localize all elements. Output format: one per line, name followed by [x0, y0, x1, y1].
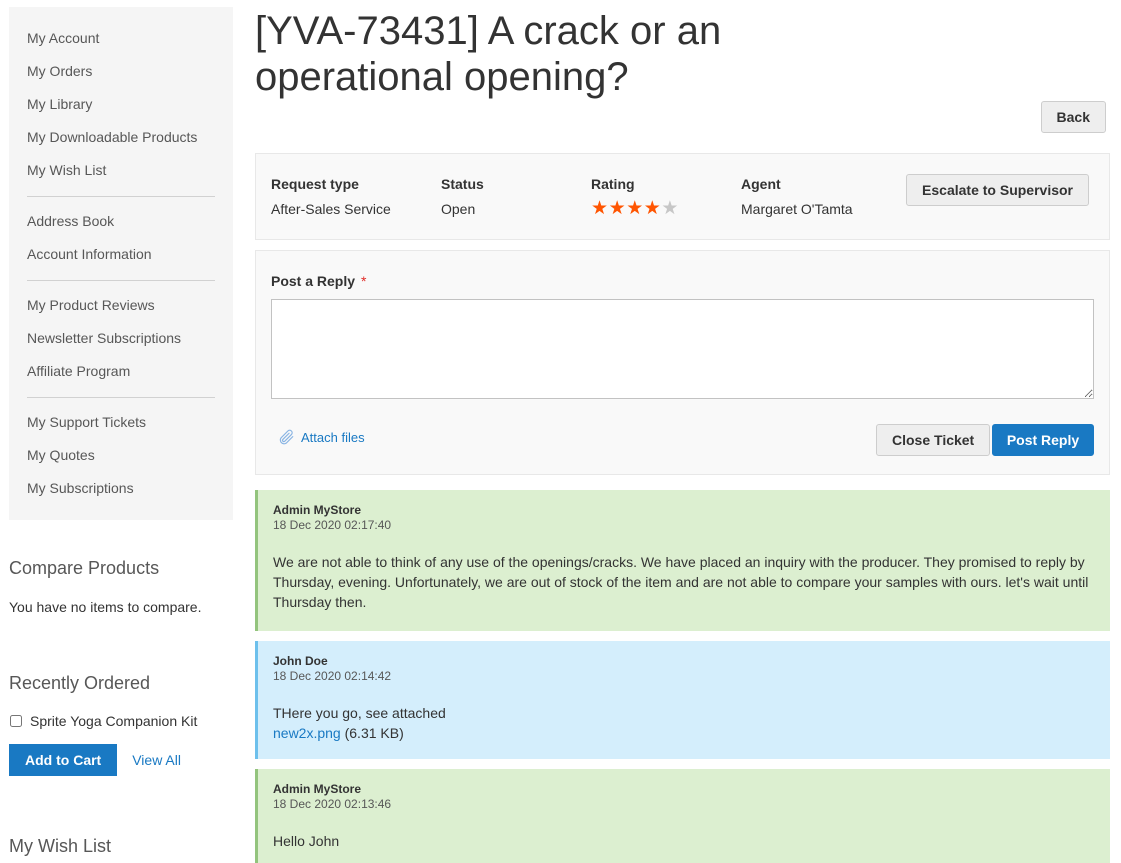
message-body: We are not able to think of any use of t…	[273, 554, 1089, 610]
recent-item-name: Sprite Yoga Companion Kit	[30, 713, 198, 729]
nav-divider	[27, 280, 215, 281]
close-ticket-button[interactable]: Close Ticket	[876, 424, 991, 456]
rating-label: Rating	[591, 176, 635, 192]
attachment-link[interactable]: new2x.png	[273, 725, 341, 741]
agent-label: Agent	[741, 176, 781, 192]
nav-my-wish-list[interactable]: My Wish List	[9, 154, 233, 187]
message-text: THere you go, see attached	[273, 705, 446, 721]
ticket-info-panel: Request type After-Sales Service Status …	[255, 153, 1110, 240]
attachment-size: (6.31 KB)	[344, 725, 404, 741]
nav-my-account[interactable]: My Account	[9, 22, 233, 55]
request-type-label: Request type	[271, 176, 359, 192]
reply-label: Post a Reply *	[271, 273, 366, 289]
message-item: John Doe 18 Dec 2020 02:14:42 THere you …	[255, 641, 1110, 759]
message-item: Admin MyStore 18 Dec 2020 02:17:40 We ar…	[255, 490, 1110, 631]
recent-actions: Add to Cart View All	[9, 744, 233, 776]
star-empty-icon: ★	[661, 198, 678, 219]
star-filled-icon: ★	[608, 198, 626, 219]
compare-products-title: Compare Products	[9, 558, 160, 578]
nav-my-orders[interactable]: My Orders	[9, 55, 233, 88]
add-to-cart-button[interactable]: Add to Cart	[9, 744, 118, 776]
attach-files-link[interactable]: Attach files	[277, 428, 365, 446]
reply-form: Post a Reply * Attach files Close Ticket …	[255, 250, 1110, 475]
nav-my-product-reviews[interactable]: My Product Reviews	[9, 289, 233, 322]
agent-field: Agent Margaret O'Tamta	[741, 176, 853, 217]
page-title: [YVA-73431] A crack or an operational op…	[255, 9, 722, 99]
star-filled-icon: ★	[591, 198, 608, 219]
recently-ordered-block: Recently Ordered Sprite Yoga Companion K…	[9, 673, 233, 776]
message-date: 18 Dec 2020 02:13:46	[273, 797, 392, 811]
nav-affiliate-program[interactable]: Affiliate Program	[9, 355, 233, 388]
nav-account-information[interactable]: Account Information	[9, 238, 233, 271]
message-date: 18 Dec 2020 02:17:40	[273, 518, 392, 532]
wishlist-title: My Wish List	[9, 836, 112, 856]
message-body: Hello John	[273, 833, 340, 849]
recent-item[interactable]: Sprite Yoga Companion Kit	[9, 713, 233, 729]
account-sidebar: My Account My Orders My Library My Downl…	[9, 7, 233, 520]
star-filled-icon: ★	[643, 198, 661, 219]
account-nav: My Account My Orders My Library My Downl…	[9, 7, 233, 520]
nav-my-quotes[interactable]: My Quotes	[9, 439, 233, 472]
view-all-link[interactable]: View All	[132, 752, 181, 768]
status-label: Status	[441, 176, 484, 192]
reply-textarea[interactable]	[271, 299, 1094, 399]
recent-item-checkbox[interactable]	[10, 715, 22, 727]
nav-my-subscriptions[interactable]: My Subscriptions	[9, 472, 233, 505]
escalate-to-supervisor-button[interactable]: Escalate to Supervisor	[906, 174, 1089, 206]
message-author: Admin MyStore	[273, 782, 362, 796]
nav-newsletter-subscriptions[interactable]: Newsletter Subscriptions	[9, 322, 233, 355]
back-button[interactable]: Back	[1040, 101, 1106, 133]
message-author: Admin MyStore	[273, 503, 362, 517]
nav-my-downloadable-products[interactable]: My Downloadable Products	[9, 121, 233, 154]
nav-my-library[interactable]: My Library	[9, 88, 233, 121]
message-attachment: new2x.png (6.31 KB)	[273, 723, 1094, 743]
rating-field: Rating ★ ★ ★ ★ ★	[591, 176, 679, 219]
request-type-value: After-Sales Service	[271, 201, 391, 217]
message-author: John Doe	[273, 654, 328, 668]
required-marker: *	[361, 273, 367, 289]
status-value: Open	[441, 201, 476, 217]
message-body: THere you go, see attached new2x.png (6.…	[273, 703, 1094, 743]
recently-ordered-title: Recently Ordered	[9, 673, 151, 693]
message-item: Admin MyStore 18 Dec 2020 02:13:46 Hello…	[255, 769, 1110, 863]
attach-files-label: Attach files	[301, 429, 365, 445]
nav-address-book[interactable]: Address Book	[9, 205, 233, 238]
post-reply-button[interactable]: Post Reply	[992, 424, 1094, 456]
request-type-field: Request type After-Sales Service	[271, 176, 391, 217]
status-field: Status Open	[441, 176, 484, 217]
rating-stars: ★ ★ ★ ★ ★	[591, 199, 679, 219]
message-date: 18 Dec 2020 02:14:42	[273, 669, 392, 683]
nav-divider	[27, 196, 215, 197]
compare-empty-text: You have no items to compare.	[9, 599, 202, 615]
wishlist-block: My Wish List	[9, 836, 233, 857]
compare-products-block: Compare Products You have no items to co…	[9, 558, 233, 615]
reply-label-text: Post a Reply	[271, 273, 356, 289]
agent-value: Margaret O'Tamta	[741, 201, 853, 217]
nav-divider	[27, 397, 215, 398]
nav-my-support-tickets[interactable]: My Support Tickets	[9, 406, 233, 439]
star-filled-icon: ★	[626, 198, 643, 219]
paperclip-icon	[279, 429, 294, 445]
